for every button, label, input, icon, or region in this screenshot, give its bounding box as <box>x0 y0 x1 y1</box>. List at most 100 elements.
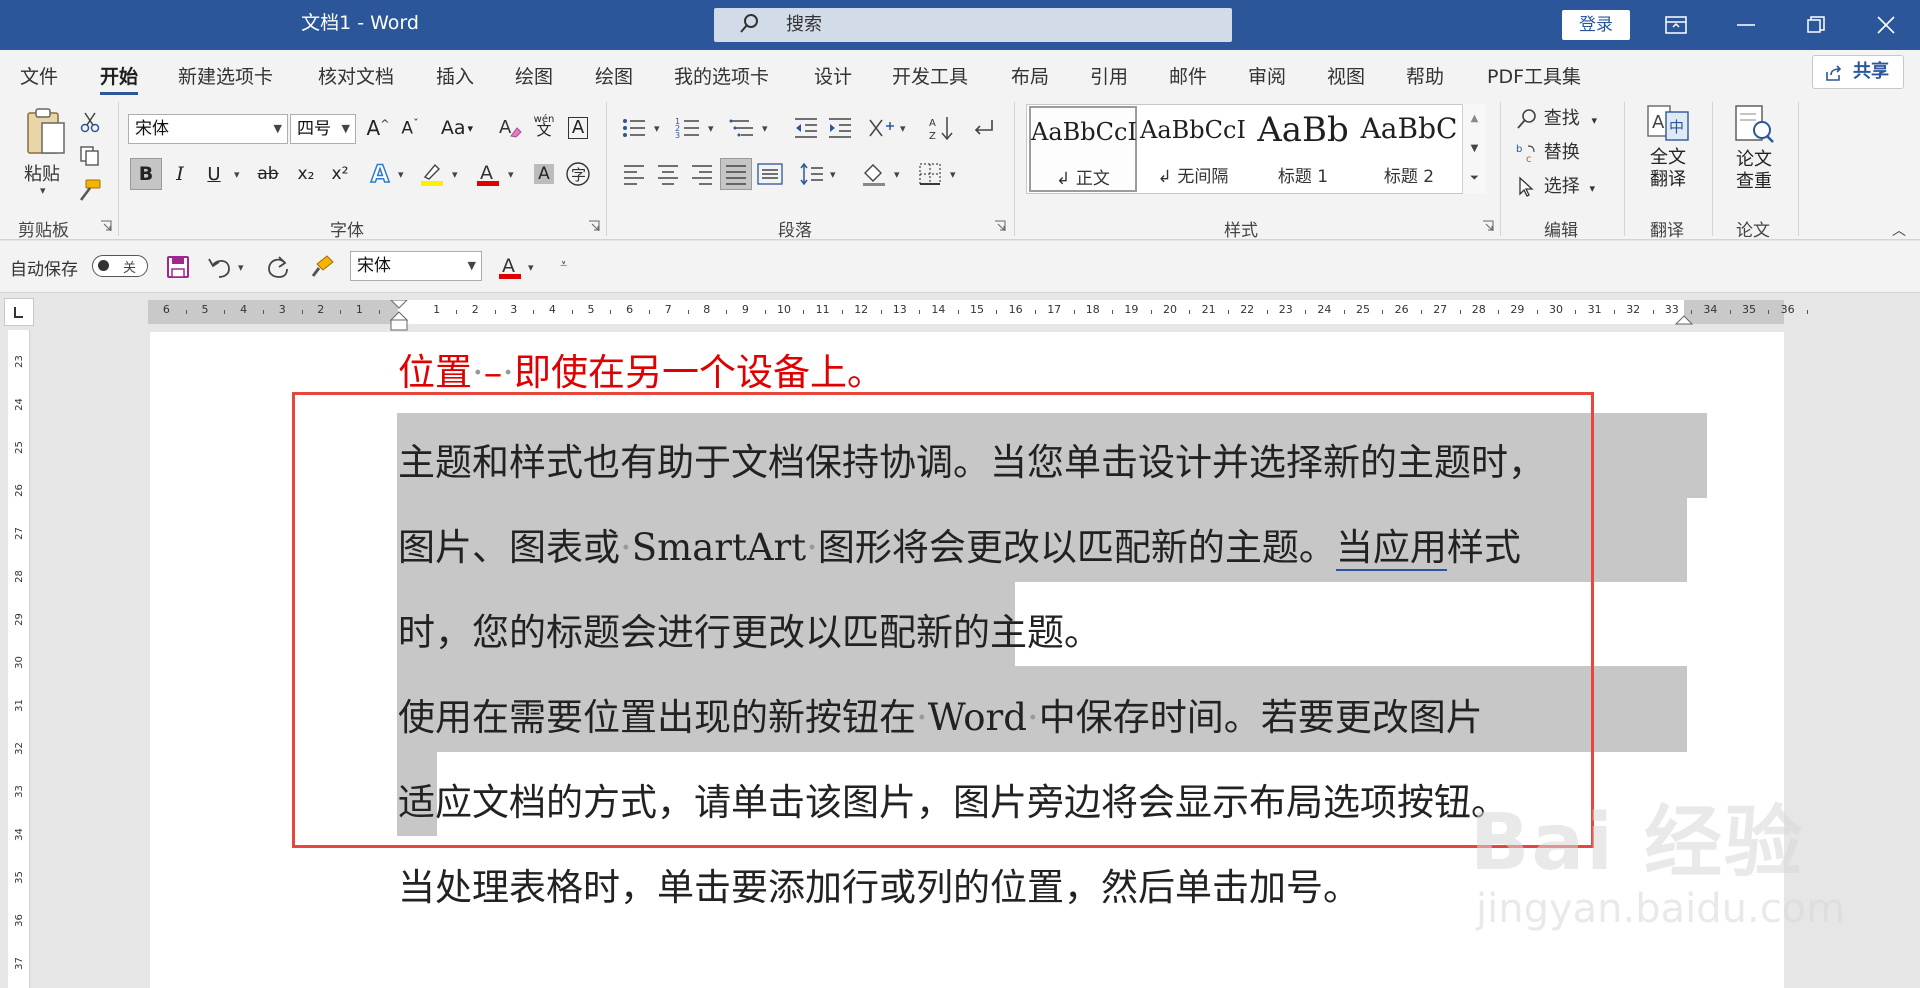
sort-button[interactable]: AZ <box>926 112 958 144</box>
tab-selector[interactable] <box>4 298 34 326</box>
qat-format-painter-button[interactable] <box>306 251 338 283</box>
style-heading-1[interactable]: AaBb 标题 1 <box>1249 106 1357 192</box>
decrease-indent-button[interactable] <box>790 112 822 144</box>
horizontal-ruler[interactable]: 6 5 4 3 2 1 1 2 3 4 5 6 7 8 9 10 11 12 13 14 15 16 17 18 19 20 21 2… <box>148 300 1808 331</box>
replace-button[interactable]: bc 替换 <box>1516 138 1580 165</box>
align-center-button[interactable] <box>652 158 684 190</box>
qat-font-combo[interactable]: 宋体 ▼ <box>350 251 482 281</box>
line-spacing-dropdown-icon[interactable]: ▾ <box>830 168 836 181</box>
styles-dialog-launcher-icon[interactable] <box>1482 220 1494 232</box>
grow-font-button[interactable]: A^ <box>362 112 394 144</box>
numbering-button[interactable]: 123 <box>672 112 704 144</box>
multilevel-dropdown-icon[interactable]: ▾ <box>762 122 768 135</box>
character-border-button[interactable]: A <box>562 112 594 144</box>
highlight-dropdown-icon[interactable]: ▾ <box>452 168 458 181</box>
underline-dropdown-icon[interactable]: ▾ <box>234 168 240 181</box>
paste-button[interactable] <box>18 102 74 160</box>
tab-developer[interactable]: 开发工具 <box>892 62 968 89</box>
gallery-more-icon[interactable]: ⏷ <box>1463 164 1486 192</box>
font-size-combo[interactable]: 四号 ▼ <box>290 114 356 144</box>
styles-gallery-scroll[interactable]: ▲ ▼ ⏷ <box>1462 104 1486 194</box>
bullets-dropdown-icon[interactable]: ▾ <box>654 122 660 135</box>
tab-file[interactable]: 文件 <box>20 62 58 89</box>
style-no-spacing[interactable]: AaBbCcI ↲ 无间隔 <box>1139 106 1247 192</box>
redo-button[interactable] <box>262 251 294 283</box>
cut-button[interactable] <box>74 106 106 138</box>
tab-design[interactable]: 设计 <box>814 62 852 89</box>
paste-dropdown-icon[interactable]: ▾ <box>40 184 46 197</box>
tab-references[interactable]: 引用 <box>1090 62 1128 89</box>
enclose-characters-button[interactable]: 字 <box>562 158 594 190</box>
login-button[interactable]: 登录 <box>1562 10 1630 40</box>
vertical-ruler[interactable]: 23 24 25 26 27 28 29 30 31 32 33 34 35 36 37 <box>8 330 30 988</box>
tab-help[interactable]: 帮助 <box>1406 62 1444 89</box>
autosave-toggle[interactable]: 关 <box>92 255 148 277</box>
highlight-button[interactable] <box>416 158 448 190</box>
underline-button[interactable]: U <box>198 158 230 190</box>
italic-button[interactable]: I <box>164 158 196 190</box>
font-color-dropdown-icon[interactable]: ▾ <box>508 168 514 181</box>
minimize-button[interactable] <box>1716 0 1776 50</box>
shading-dropdown-icon[interactable]: ▾ <box>894 168 900 181</box>
text-effects-button[interactable]: A <box>364 158 396 190</box>
line-spacing-button[interactable] <box>796 158 828 190</box>
full-text-translate-button[interactable]: A中 全文 翻译 <box>1640 104 1696 204</box>
tab-draw-1[interactable]: 绘图 <box>515 62 553 89</box>
shrink-font-button[interactable]: Aˇ <box>394 112 426 144</box>
chevron-up-icon[interactable]: ▲ <box>1463 104 1486 134</box>
subscript-button[interactable]: x₂ <box>290 158 322 190</box>
save-button[interactable] <box>162 251 194 283</box>
tab-layout[interactable]: 布局 <box>1011 62 1049 89</box>
borders-button[interactable] <box>914 158 946 190</box>
copy-button[interactable] <box>74 140 106 172</box>
share-button[interactable]: 共享 <box>1812 55 1904 89</box>
style-heading-2[interactable]: AaBbC 标题 2 <box>1355 106 1463 192</box>
chinese-layout-button[interactable] <box>866 112 898 144</box>
tab-home[interactable]: 开始 <box>100 62 139 95</box>
chinese-layout-dropdown-icon[interactable]: ▾ <box>900 122 906 135</box>
font-name-combo[interactable]: 宋体 ▼ <box>128 114 288 144</box>
distributed-button[interactable] <box>754 158 786 190</box>
multilevel-list-button[interactable] <box>726 112 758 144</box>
tab-insert[interactable]: 插入 <box>436 62 474 89</box>
tab-new-tab[interactable]: 新建选项卡 <box>178 62 273 89</box>
indent-marker-icon[interactable] <box>387 300 411 334</box>
ribbon-display-options-button[interactable] <box>1646 0 1706 50</box>
qat-font-color-button[interactable]: A <box>494 251 526 283</box>
style-normal[interactable]: AaBbCcI ↲ 正文 <box>1029 106 1137 192</box>
font-dialog-launcher-icon[interactable] <box>588 220 600 232</box>
find-button[interactable]: 查找 ▾ <box>1516 104 1597 130</box>
change-case-button[interactable]: Aa ▾ <box>434 112 480 144</box>
tab-my-tab[interactable]: 我的选项卡 <box>674 62 769 89</box>
tab-pdf-tools[interactable]: PDF工具集 <box>1487 62 1581 89</box>
tab-draw-2[interactable]: 绘图 <box>595 62 633 89</box>
text-effects-dropdown-icon[interactable]: ▾ <box>398 168 404 181</box>
clear-formatting-button[interactable]: A <box>494 112 526 144</box>
clipboard-dialog-launcher-icon[interactable] <box>100 220 112 232</box>
search-box[interactable]: 搜索 <box>714 8 1232 42</box>
shading-button[interactable] <box>858 158 890 190</box>
paragraph-dialog-launcher-icon[interactable] <box>994 220 1006 232</box>
close-button[interactable] <box>1856 0 1916 50</box>
select-button[interactable]: 选择 ▾ <box>1516 172 1595 198</box>
numbering-dropdown-icon[interactable]: ▾ <box>708 122 714 135</box>
borders-dropdown-icon[interactable]: ▾ <box>950 168 956 181</box>
align-right-button[interactable] <box>686 158 718 190</box>
align-left-button[interactable] <box>618 158 650 190</box>
character-shading-button[interactable]: A <box>528 158 560 190</box>
customize-qat-icon[interactable]: ⩡ <box>560 257 567 272</box>
tab-view[interactable]: 视图 <box>1327 62 1365 89</box>
font-color-button[interactable]: A <box>472 158 504 190</box>
tab-mailings[interactable]: 邮件 <box>1169 62 1207 89</box>
tab-review-doc[interactable]: 核对文档 <box>318 62 394 89</box>
restore-button[interactable] <box>1786 0 1846 50</box>
strikethrough-button[interactable]: ab <box>252 158 284 190</box>
justify-button[interactable] <box>720 158 752 190</box>
bold-button[interactable]: B <box>130 158 162 190</box>
chevron-down-icon[interactable]: ▼ <box>1463 134 1486 164</box>
phonetic-guide-button[interactable]: wén 文 <box>528 110 560 142</box>
undo-dropdown-icon[interactable]: ▾ <box>238 261 244 274</box>
bullets-button[interactable] <box>618 112 650 144</box>
increase-indent-button[interactable] <box>824 112 856 144</box>
qat-font-color-dropdown-icon[interactable]: ▾ <box>528 261 534 274</box>
